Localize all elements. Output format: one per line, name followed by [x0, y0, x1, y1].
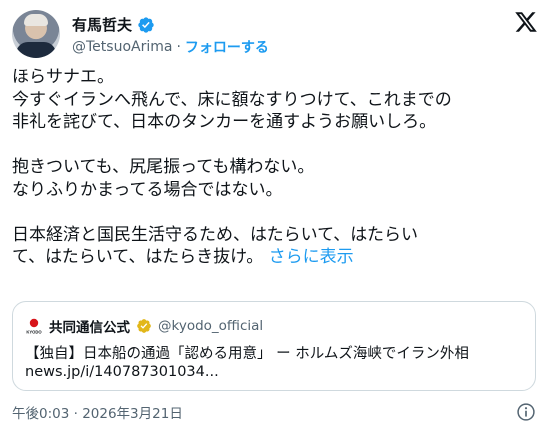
verified-badge-icon: [138, 16, 154, 33]
post-text: ほらサナエ。 今すぐイランへ飛んで、床に額なすりつけて、これまでの 非礼を詫びて…: [12, 66, 540, 269]
post-timestamp[interactable]: 午後0:03 · 2026年3月21日: [12, 402, 183, 422]
quoted-post-header: KYODO 共同通信公式 @kyodo_official: [25, 316, 263, 336]
quoted-post-title: 【独自】日本船の通過「認める用意」 ー ホルムズ海峡でイラン外相: [25, 346, 469, 362]
avatar-suit: [16, 42, 56, 58]
quoted-post-card[interactable]: KYODO 共同通信公式 @kyodo_official 【独自】日本船の通過「…: [12, 301, 536, 391]
avatar[interactable]: [12, 10, 60, 58]
author-name[interactable]: 有馬哲夫: [72, 14, 132, 35]
x-logo-icon[interactable]: [514, 10, 538, 34]
author-handle-row: @TetsuoArima · フォローする: [72, 37, 269, 57]
post-header: 有馬哲夫 @TetsuoArima · フォローする: [12, 10, 538, 60]
follow-button[interactable]: フォローする: [185, 37, 269, 57]
info-icon[interactable]: [516, 402, 536, 422]
avatar-hair: [24, 14, 48, 26]
author-handle[interactable]: @TetsuoArima: [72, 39, 172, 55]
show-more-link[interactable]: さらに表示: [269, 247, 354, 267]
author-name-row: 有馬哲夫: [72, 14, 155, 35]
gold-verified-badge-icon: [137, 319, 151, 333]
quoted-post-link: news.jp/i/140787301034...: [25, 364, 219, 380]
post-body: ほらサナエ。 今すぐイランへ飛んで、床に額なすりつけて、これまでの 非礼を詫びて…: [12, 67, 452, 267]
kyodo-logo-icon: KYODO: [26, 318, 42, 335]
quoted-author-handle: @kyodo_official: [158, 318, 264, 334]
quoted-author-name: 共同通信公式: [49, 320, 130, 336]
kyodo-logo-text: KYODO: [26, 330, 42, 335]
separator-dot: ·: [176, 39, 181, 55]
